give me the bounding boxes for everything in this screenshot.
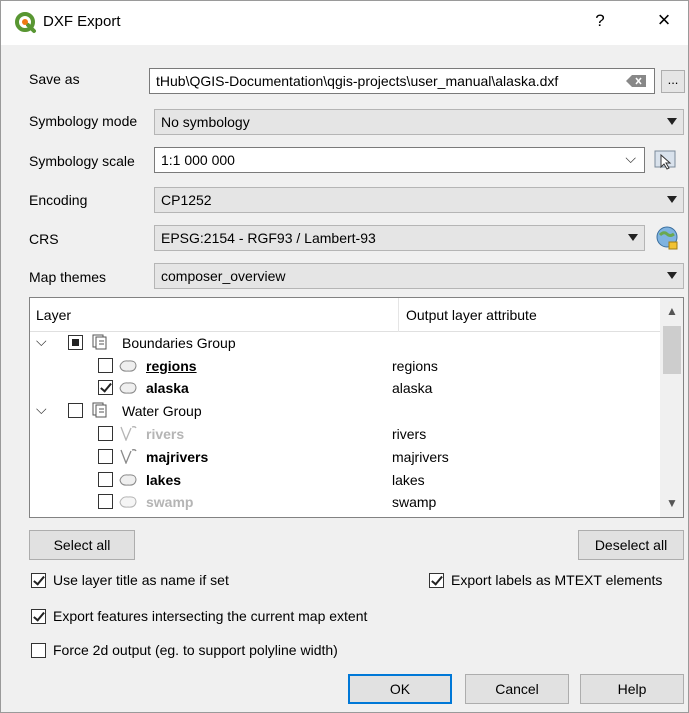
layer-checkbox[interactable] — [98, 449, 113, 464]
polygon-layer-icon — [119, 496, 137, 508]
layer-checkbox[interactable] — [68, 335, 83, 350]
force-2d-label: Force 2d output (eg. to support polyline… — [53, 642, 338, 658]
layer-name: rivers — [146, 426, 185, 442]
layer-column-header[interactable]: Layer — [36, 307, 71, 323]
export-labels-option[interactable]: Export labels as MTEXT elements — [429, 572, 684, 590]
deselect-all-button[interactable]: Deselect all — [578, 530, 684, 560]
tree-row-boundaries-group[interactable]: ⌵ Boundaries Group — [30, 332, 660, 354]
dropdown-arrow-icon — [628, 234, 638, 241]
force-2d-option[interactable]: Force 2d output (eg. to support polyline… — [31, 642, 431, 660]
intersecting-label: Export features intersecting the current… — [53, 608, 368, 624]
use-layer-title-option[interactable]: Use layer title as name if set — [31, 572, 331, 590]
encoding-select[interactable]: CP1252 — [154, 187, 684, 213]
window-title: DXF Export — [43, 13, 121, 30]
intersecting-checkbox[interactable] — [31, 609, 46, 624]
expand-chevron-icon[interactable]: ⌵ — [36, 401, 47, 418]
encoding-value: CP1252 — [161, 192, 212, 208]
scroll-up-icon[interactable]: ▲ — [666, 304, 678, 318]
output-attribute[interactable]: lakes — [392, 472, 425, 488]
scroll-down-icon[interactable]: ▼ — [666, 496, 678, 510]
dxf-export-dialog: DXF Export ? × Save as tHub\QGIS-Documen… — [0, 0, 689, 713]
dropdown-arrow-icon — [667, 272, 677, 279]
qgis-logo-icon — [15, 12, 36, 33]
scroll-thumb[interactable] — [663, 326, 681, 374]
layer-name: alaska — [146, 380, 189, 396]
output-attribute[interactable]: swamp — [392, 494, 436, 510]
symbology-mode-value: No symbology — [161, 114, 250, 130]
export-labels-label: Export labels as MTEXT elements — [451, 572, 663, 588]
layer-tree[interactable]: Layer Output layer attribute ⌵ Boundarie… — [29, 297, 684, 518]
help-button[interactable]: Help — [580, 674, 684, 704]
browse-button[interactable]: ... — [661, 70, 685, 93]
save-as-input[interactable]: tHub\QGIS-Documentation\qgis-projects\us… — [149, 68, 655, 94]
tree-header: Layer Output layer attribute — [30, 298, 683, 332]
save-as-label: Save as — [29, 71, 80, 87]
layer-name: swamp — [146, 494, 194, 510]
layer-checkbox[interactable] — [98, 472, 113, 487]
layer-name: regions — [146, 358, 197, 374]
crs-value: EPSG:2154 - RGF93 / Lambert-93 — [161, 230, 376, 246]
map-themes-select[interactable]: composer_overview — [154, 263, 684, 289]
encoding-label: Encoding — [29, 192, 88, 208]
crs-select[interactable]: EPSG:2154 - RGF93 / Lambert-93 — [154, 225, 645, 251]
line-layer-icon — [120, 449, 137, 464]
group-icon — [92, 402, 107, 418]
ok-button[interactable]: OK — [348, 674, 452, 704]
crs-label: CRS — [29, 231, 59, 247]
intersecting-option[interactable]: Export features intersecting the current… — [31, 608, 451, 626]
select-all-button[interactable]: Select all — [29, 530, 135, 560]
tree-row-majrivers[interactable]: majrivers majrivers — [30, 446, 660, 468]
force-2d-checkbox[interactable] — [31, 643, 46, 658]
layer-checkbox[interactable] — [98, 426, 113, 441]
tree-row-water-group[interactable]: ⌵ Water Group — [30, 400, 660, 422]
map-canvas-scale-icon[interactable] — [653, 147, 679, 173]
symbology-mode-label: Symbology mode — [29, 113, 138, 129]
map-themes-label: Map themes — [29, 269, 107, 285]
layer-checkbox[interactable] — [68, 403, 83, 418]
symbology-scale-label: Symbology scale — [29, 153, 135, 169]
cancel-button[interactable]: Cancel — [465, 674, 569, 704]
column-separator[interactable] — [398, 298, 399, 332]
symbology-scale-input[interactable]: 1:1 000 000 ⌵ — [154, 147, 645, 173]
dropdown-arrow-icon — [667, 196, 677, 203]
layer-name: Water Group — [122, 403, 202, 419]
dropdown-arrow-icon — [667, 118, 677, 125]
layer-name: lakes — [146, 472, 182, 488]
polygon-layer-icon — [119, 382, 137, 394]
output-attribute[interactable]: rivers — [392, 426, 426, 442]
save-as-value: tHub\QGIS-Documentation\qgis-projects\us… — [156, 73, 559, 89]
output-attribute[interactable]: alaska — [392, 380, 432, 396]
chevron-down-icon[interactable]: ⌵ — [625, 150, 636, 167]
use-layer-title-label: Use layer title as name if set — [53, 572, 229, 588]
tree-row-alaska[interactable]: alaska alaska — [30, 377, 660, 399]
tree-row-rivers[interactable]: rivers rivers — [30, 423, 660, 445]
layer-name: majrivers — [146, 449, 209, 465]
polygon-layer-icon — [119, 360, 137, 372]
symbology-mode-select[interactable]: No symbology — [154, 109, 684, 135]
help-icon[interactable]: ? — [589, 11, 611, 31]
group-icon — [92, 334, 107, 350]
tree-scrollbar[interactable]: ▲ ▼ — [660, 298, 683, 517]
line-layer-icon — [120, 426, 137, 441]
expand-chevron-icon[interactable]: ⌵ — [36, 333, 47, 350]
use-layer-title-checkbox[interactable] — [31, 573, 46, 588]
export-labels-checkbox[interactable] — [429, 573, 444, 588]
output-attribute[interactable]: regions — [392, 358, 438, 374]
title-bar: DXF Export ? × — [1, 1, 688, 45]
layer-checkbox[interactable] — [98, 358, 113, 373]
layer-name: Boundaries Group — [122, 335, 236, 351]
symbology-scale-value: 1:1 000 000 — [161, 152, 235, 168]
tree-row-lakes[interactable]: lakes lakes — [30, 469, 660, 491]
polygon-layer-icon — [119, 474, 137, 486]
output-attribute[interactable]: majrivers — [392, 449, 449, 465]
tree-row-swamp[interactable]: swamp swamp — [30, 491, 660, 513]
tree-row-regions[interactable]: regions regions — [30, 355, 660, 377]
close-icon[interactable]: × — [651, 7, 677, 33]
crs-selector-icon[interactable] — [655, 225, 681, 251]
map-themes-value: composer_overview — [161, 268, 286, 284]
attribute-column-header[interactable]: Output layer attribute — [406, 307, 537, 323]
layer-checkbox[interactable] — [98, 380, 113, 395]
clear-field-icon[interactable] — [626, 75, 646, 87]
layer-checkbox[interactable] — [98, 494, 113, 509]
